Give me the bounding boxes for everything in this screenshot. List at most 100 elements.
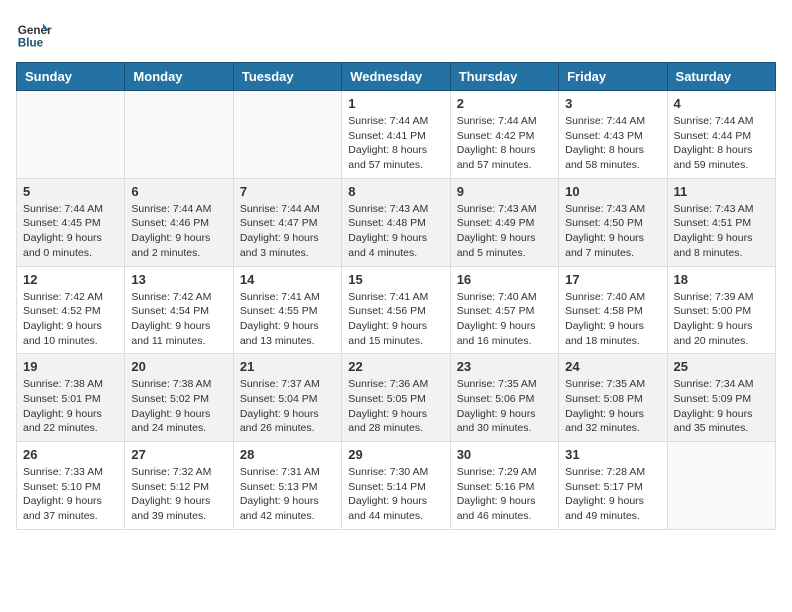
calendar-header-wednesday: Wednesday [342, 63, 450, 91]
day-number: 14 [240, 272, 335, 287]
day-info: Sunrise: 7:41 AMSunset: 4:55 PMDaylight:… [240, 290, 335, 349]
calendar-cell: 29Sunrise: 7:30 AMSunset: 5:14 PMDayligh… [342, 442, 450, 530]
calendar-cell [125, 91, 233, 179]
calendar-cell: 14 Sunrise: 7:41 AMSunset: 4:55 PMDayligh… [233, 266, 341, 354]
calendar-cell: 26 Sunrise: 7:33 AMSunset: 5:10 PMDayligh… [17, 442, 125, 530]
calendar-cell: 10 Sunrise: 7:43 AMSunset: 4:50 PMDayligh… [559, 178, 667, 266]
day-number: 19 [23, 359, 118, 374]
day-number: 22 [348, 359, 443, 374]
calendar-cell: 27 Sunrise: 7:32 AMSunset: 5:12 PMDayligh… [125, 442, 233, 530]
day-info: Sunrise: 7:35 AMSunset: 5:06 PMDaylight:… [457, 377, 552, 436]
calendar-cell: 22 Sunrise: 7:36 AMSunset: 5:05 PMDayligh… [342, 354, 450, 442]
calendar-header-friday: Friday [559, 63, 667, 91]
day-number: 16 [457, 272, 552, 287]
day-info: Sunrise: 7:44 AMSunset: 4:44 PMDaylight:… [674, 114, 769, 173]
svg-text:Blue: Blue [18, 37, 44, 50]
day-number: 15 [348, 272, 443, 287]
day-number: 17 [565, 272, 660, 287]
day-info: Sunrise: 7:36 AMSunset: 5:05 PMDaylight:… [348, 377, 443, 436]
calendar-cell: 15 Sunrise: 7:41 AMSunset: 4:56 PMDayligh… [342, 266, 450, 354]
day-number: 24 [565, 359, 660, 374]
day-number: 31 [565, 447, 660, 462]
day-number: 26 [23, 447, 118, 462]
day-info: Sunrise: 7:32 AMSunset: 5:12 PMDaylight:… [131, 465, 226, 524]
day-info: Sunrise: 7:37 AMSunset: 5:04 PMDaylight:… [240, 377, 335, 436]
day-number: 13 [131, 272, 226, 287]
day-info: Sunrise: 7:40 AMSunset: 4:57 PMDaylight:… [457, 290, 552, 349]
day-number: 11 [674, 184, 769, 199]
calendar-cell: 7 Sunrise: 7:44 AMSunset: 4:47 PMDaylight… [233, 178, 341, 266]
day-number: 6 [131, 184, 226, 199]
day-number: 5 [23, 184, 118, 199]
calendar-header-sunday: Sunday [17, 63, 125, 91]
day-info: Sunrise: 7:33 AMSunset: 5:10 PMDaylight:… [23, 465, 118, 524]
calendar-cell: 31 Sunrise: 7:28 AMSunset: 5:17 PMDayligh… [559, 442, 667, 530]
calendar-cell: 1 Sunrise: 7:44 AMSunset: 4:41 PMDaylight… [342, 91, 450, 179]
calendar-week-2: 5 Sunrise: 7:44 AMSunset: 4:45 PMDaylight… [17, 178, 776, 266]
day-number: 28 [240, 447, 335, 462]
day-info: Sunrise: 7:44 AMSunset: 4:41 PMDaylight:… [348, 114, 443, 173]
day-number: 9 [457, 184, 552, 199]
day-info: Sunrise: 7:38 AMSunset: 5:02 PMDaylight:… [131, 377, 226, 436]
day-number: 10 [565, 184, 660, 199]
day-number: 23 [457, 359, 552, 374]
calendar-header-thursday: Thursday [450, 63, 558, 91]
day-info: Sunrise: 7:35 AMSunset: 5:08 PMDaylight:… [565, 377, 660, 436]
calendar-cell: 16 Sunrise: 7:40 AMSunset: 4:57 PMDayligh… [450, 266, 558, 354]
logo: General Blue [16, 16, 56, 52]
calendar-cell [17, 91, 125, 179]
calendar-week-4: 19 Sunrise: 7:38 AMSunset: 5:01 PMDayligh… [17, 354, 776, 442]
day-info: Sunrise: 7:44 AMSunset: 4:42 PMDaylight:… [457, 114, 552, 173]
calendar-week-5: 26 Sunrise: 7:33 AMSunset: 5:10 PMDayligh… [17, 442, 776, 530]
calendar-cell: 18 Sunrise: 7:39 AMSunset: 5:00 PMDayligh… [667, 266, 775, 354]
header: General Blue [16, 16, 776, 52]
calendar-cell: 11Sunrise: 7:43 AMSunset: 4:51 PMDayligh… [667, 178, 775, 266]
calendar-cell: 9 Sunrise: 7:43 AMSunset: 4:49 PMDaylight… [450, 178, 558, 266]
day-info: Sunrise: 7:28 AMSunset: 5:17 PMDaylight:… [565, 465, 660, 524]
calendar-cell: 24 Sunrise: 7:35 AMSunset: 5:08 PMDayligh… [559, 354, 667, 442]
day-number: 7 [240, 184, 335, 199]
day-number: 21 [240, 359, 335, 374]
calendar-cell: 13Sunrise: 7:42 AMSunset: 4:54 PMDayligh… [125, 266, 233, 354]
calendar-cell: 5 Sunrise: 7:44 AMSunset: 4:45 PMDaylight… [17, 178, 125, 266]
day-info: Sunrise: 7:39 AMSunset: 5:00 PMDaylight:… [674, 290, 769, 349]
day-number: 18 [674, 272, 769, 287]
calendar-header-tuesday: Tuesday [233, 63, 341, 91]
day-number: 25 [674, 359, 769, 374]
day-number: 8 [348, 184, 443, 199]
day-info: Sunrise: 7:29 AMSunset: 5:16 PMDaylight:… [457, 465, 552, 524]
calendar-week-3: 12Sunrise: 7:42 AMSunset: 4:52 PMDayligh… [17, 266, 776, 354]
day-number: 29 [348, 447, 443, 462]
calendar-header-saturday: Saturday [667, 63, 775, 91]
day-info: Sunrise: 7:43 AMSunset: 4:50 PMDaylight:… [565, 202, 660, 261]
day-info: Sunrise: 7:43 AMSunset: 4:48 PMDaylight:… [348, 202, 443, 261]
day-number: 4 [674, 96, 769, 111]
calendar-cell [667, 442, 775, 530]
calendar-cell: 2Sunrise: 7:44 AMSunset: 4:42 PMDaylight… [450, 91, 558, 179]
day-number: 27 [131, 447, 226, 462]
day-info: Sunrise: 7:41 AMSunset: 4:56 PMDaylight:… [348, 290, 443, 349]
day-info: Sunrise: 7:44 AMSunset: 4:45 PMDaylight:… [23, 202, 118, 261]
calendar-cell: 25Sunrise: 7:34 AMSunset: 5:09 PMDayligh… [667, 354, 775, 442]
calendar-cell: 21 Sunrise: 7:37 AMSunset: 5:04 PMDayligh… [233, 354, 341, 442]
day-number: 1 [348, 96, 443, 111]
calendar: SundayMondayTuesdayWednesdayThursdayFrid… [16, 62, 776, 530]
day-info: Sunrise: 7:42 AMSunset: 4:52 PMDaylight:… [23, 290, 118, 349]
calendar-cell: 4 Sunrise: 7:44 AMSunset: 4:44 PMDaylight… [667, 91, 775, 179]
logo-icon: General Blue [16, 16, 52, 52]
calendar-week-1: 1 Sunrise: 7:44 AMSunset: 4:41 PMDaylight… [17, 91, 776, 179]
day-info: Sunrise: 7:44 AMSunset: 4:47 PMDaylight:… [240, 202, 335, 261]
day-number: 20 [131, 359, 226, 374]
calendar-cell: 19 Sunrise: 7:38 AMSunset: 5:01 PMDayligh… [17, 354, 125, 442]
day-info: Sunrise: 7:38 AMSunset: 5:01 PMDaylight:… [23, 377, 118, 436]
day-info: Sunrise: 7:40 AMSunset: 4:58 PMDaylight:… [565, 290, 660, 349]
calendar-cell: 20 Sunrise: 7:38 AMSunset: 5:02 PMDayligh… [125, 354, 233, 442]
calendar-cell [233, 91, 341, 179]
calendar-header-row: SundayMondayTuesdayWednesdayThursdayFrid… [17, 63, 776, 91]
day-info: Sunrise: 7:43 AMSunset: 4:49 PMDaylight:… [457, 202, 552, 261]
calendar-cell: 28Sunrise: 7:31 AMSunset: 5:13 PMDayligh… [233, 442, 341, 530]
calendar-cell: 6Sunrise: 7:44 AMSunset: 4:46 PMDaylight… [125, 178, 233, 266]
calendar-header-monday: Monday [125, 63, 233, 91]
calendar-cell: 23 Sunrise: 7:35 AMSunset: 5:06 PMDayligh… [450, 354, 558, 442]
day-number: 3 [565, 96, 660, 111]
